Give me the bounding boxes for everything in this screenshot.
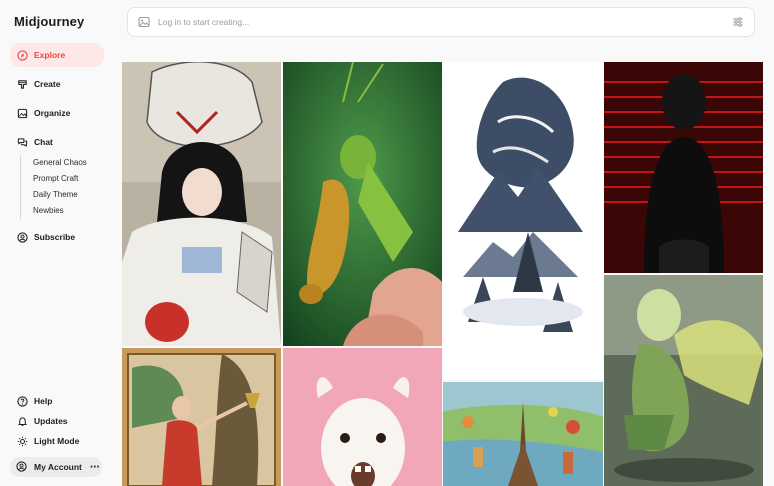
gallery-image-llama[interactable] xyxy=(283,348,442,486)
bell-icon xyxy=(16,415,28,427)
app-logo[interactable]: Midjourney xyxy=(14,14,84,29)
updates-label: Updates xyxy=(34,416,68,426)
gallery-image-tiger-landscape[interactable] xyxy=(443,62,603,380)
nav-create[interactable]: Create xyxy=(10,72,104,96)
help-icon xyxy=(16,395,28,407)
gallery-image-grasshopper-saxophone[interactable] xyxy=(283,62,442,346)
gallery-image-red-striped-figure[interactable] xyxy=(604,62,763,273)
updates-button[interactable]: Updates xyxy=(10,411,104,431)
chat-bubbles-icon xyxy=(16,136,28,148)
chat-channel-prompt-craft[interactable]: Prompt Craft xyxy=(33,171,110,187)
nav-chat[interactable]: Chat xyxy=(10,130,104,154)
user-circle-icon xyxy=(16,231,28,243)
nav-explore[interactable]: Explore xyxy=(10,43,104,67)
sidebar: Midjourney Explore Create Organize Chat xyxy=(0,0,112,486)
image-upload-icon[interactable] xyxy=(138,16,150,28)
nav-create-label: Create xyxy=(34,79,61,89)
app-window: Midjourney Explore Create Organize Chat xyxy=(0,0,774,486)
nav-chat-label: Chat xyxy=(34,137,53,147)
prompt-bar xyxy=(127,7,755,37)
compass-icon xyxy=(16,49,28,61)
gallery-image-green-fairy[interactable] xyxy=(604,275,763,486)
chat-channel-list: General Chaos Prompt Craft Daily Theme N… xyxy=(20,155,110,219)
my-account-button[interactable]: My Account ⋯ xyxy=(10,457,102,477)
nav-subscribe-label: Subscribe xyxy=(34,232,76,242)
nav-explore-label: Explore xyxy=(34,50,66,60)
gallery-image-eiffel-miniature[interactable] xyxy=(443,382,603,486)
gallery-image-anime-mecha[interactable] xyxy=(122,62,281,346)
nav-organize[interactable]: Organize xyxy=(10,101,104,125)
nav-subscribe[interactable]: Subscribe xyxy=(10,225,104,249)
sliders-icon[interactable] xyxy=(732,16,744,28)
nav-organize-label: Organize xyxy=(34,108,71,118)
image-gallery-icon xyxy=(16,107,28,119)
help-button[interactable]: Help xyxy=(10,391,104,411)
light-mode-toggle[interactable]: Light Mode xyxy=(10,431,104,451)
my-account-label: My Account xyxy=(34,462,82,472)
brush-icon xyxy=(16,78,28,90)
account-avatar-icon xyxy=(16,461,28,473)
chat-channel-newbies[interactable]: Newbies xyxy=(33,203,110,219)
light-mode-label: Light Mode xyxy=(34,436,80,446)
chat-channel-daily-theme[interactable]: Daily Theme xyxy=(33,187,110,203)
help-label: Help xyxy=(34,396,53,406)
gallery-image-tarot-woman[interactable] xyxy=(122,348,281,486)
chat-channel-general-chaos[interactable]: General Chaos xyxy=(33,155,110,171)
sun-icon xyxy=(16,435,28,447)
more-options-icon[interactable]: ⋯ xyxy=(90,462,100,473)
prompt-input[interactable] xyxy=(158,17,732,27)
